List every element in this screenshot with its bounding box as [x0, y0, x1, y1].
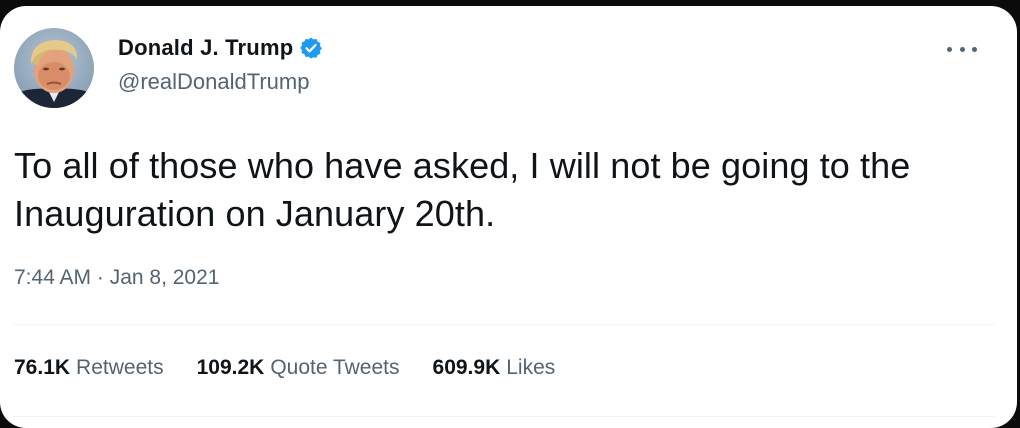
quote-tweets-count: 109.2K — [196, 356, 265, 379]
avatar-image — [14, 28, 94, 108]
tweet-text: To all of those who have asked, I will n… — [14, 145, 911, 234]
retweets-stat[interactable]: 76.1K Retweets — [14, 356, 164, 380]
dot — [947, 46, 952, 52]
retweets-count: 76.1K — [14, 356, 71, 379]
name-row: Donald J. Trump — [118, 35, 323, 61]
divider — [14, 416, 995, 417]
tweet-stats: 76.1K Retweets 109.2K Quote Tweets 609.9… — [14, 356, 588, 380]
dot — [972, 46, 977, 52]
tweet-card: Donald J. Trump @realDonaldTrump To all … — [0, 6, 1017, 428]
tweet-header: Donald J. Trump @realDonaldTrump — [14, 28, 323, 108]
avatar[interactable] — [14, 28, 94, 108]
divider — [14, 324, 995, 325]
author-display-name[interactable]: Donald J. Trump — [118, 35, 293, 61]
retweets-label: Retweets — [76, 356, 164, 379]
quote-tweets-stat[interactable]: 109.2K Quote Tweets — [197, 356, 400, 380]
tweet-timestamp[interactable]: 7:44 AM · Jan 8, 2021 — [14, 266, 219, 290]
quote-tweets-label: Quote Tweets — [270, 356, 400, 379]
likes-stat[interactable]: 609.9K Likes — [433, 356, 556, 380]
author-handle[interactable]: @realDonaldTrump — [118, 69, 323, 95]
likes-count: 609.9K — [432, 356, 501, 379]
author-info: Donald J. Trump @realDonaldTrump — [118, 35, 323, 95]
verified-badge-icon — [299, 36, 323, 60]
likes-label: Likes — [506, 356, 556, 379]
dot — [959, 46, 965, 52]
more-options-icon[interactable] — [947, 42, 977, 56]
